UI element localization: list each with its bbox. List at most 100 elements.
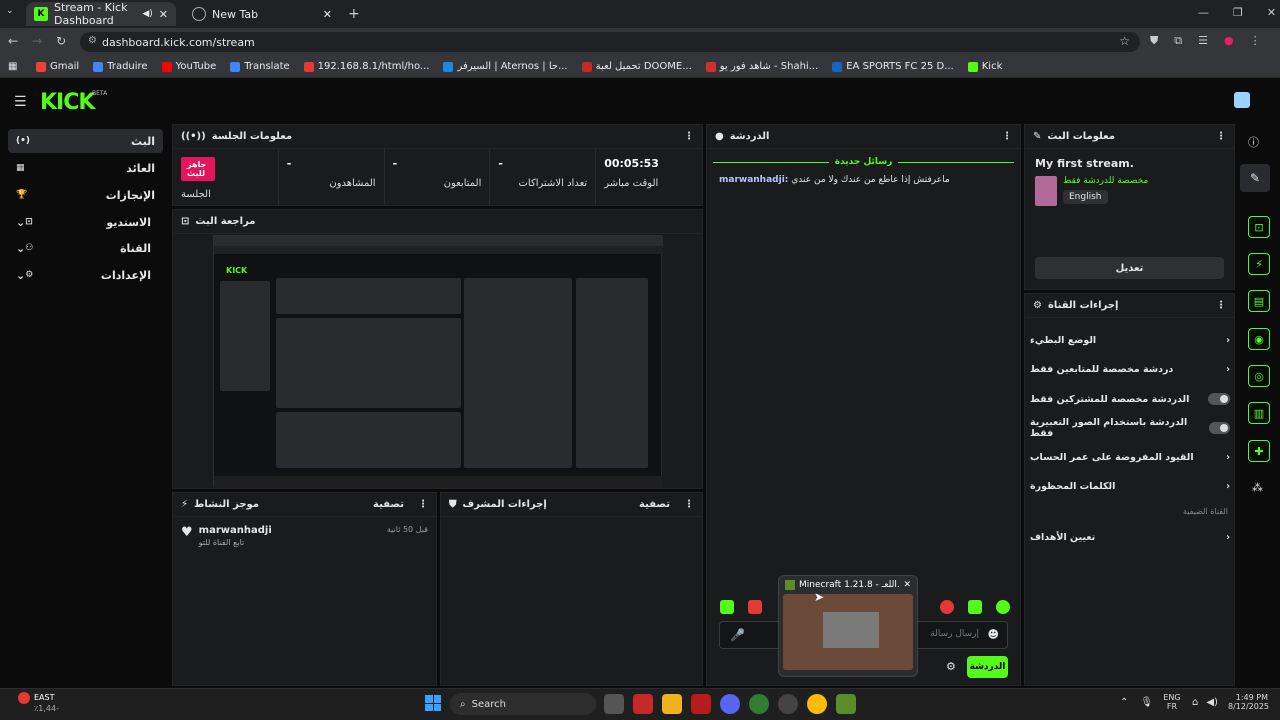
kick-logo[interactable]: KICK	[40, 90, 95, 115]
apps-grid-icon[interactable]: ▦	[8, 61, 17, 72]
site-info-icon[interactable]: ⚙	[88, 35, 97, 46]
sidebar-item-revenue[interactable]: العائد ▦	[8, 156, 163, 180]
bookmark-aternos[interactable]: السيرفر | Aternos | حا...	[443, 61, 568, 72]
lightning-icon[interactable]: ⚡	[1248, 253, 1270, 275]
close-icon[interactable]: ✕	[903, 580, 911, 590]
more-options-icon[interactable]: ⋮	[684, 131, 694, 142]
more-options-icon[interactable]: ⋮	[1216, 131, 1226, 142]
new-messages-divider[interactable]: رسائل جديدة	[713, 157, 1015, 167]
language-indicator[interactable]: ENG FR	[1162, 693, 1182, 711]
taskbar-search[interactable]: ⌕ Search	[450, 693, 596, 715]
media-player-icon[interactable]	[691, 694, 711, 714]
address-bar[interactable]: ⚙ dashboard.kick.com/stream ☆	[80, 32, 1140, 52]
community-icon[interactable]: ⁂	[1252, 481, 1263, 494]
bookmark-ea-fc[interactable]: EA SPORTS FC 25 D...	[832, 61, 954, 72]
send-chat-button[interactable]: الدردشة	[967, 656, 1008, 678]
minecraft-taskbar-icon[interactable]	[836, 694, 856, 714]
xbox-icon[interactable]	[749, 694, 769, 714]
back-icon[interactable]: ←	[8, 34, 18, 48]
file-explorer-icon[interactable]	[662, 694, 682, 714]
stream-video-preview[interactable]: KICK	[213, 235, 663, 488]
emotes-only-toggle[interactable]	[1208, 422, 1230, 434]
mic-icon[interactable]: 🎤	[730, 628, 745, 642]
app-icon[interactable]	[633, 694, 653, 714]
action-account-age[interactable]: القيود المفروضة على عمر الحساب ›	[1030, 446, 1230, 468]
more-options-icon[interactable]: ⋮	[1216, 300, 1226, 311]
tab-list-icon[interactable]: ☰	[1198, 34, 1208, 48]
sidebar-item-settings[interactable]: ⌄ الإعدادات ⚙	[8, 263, 163, 287]
start-button[interactable]	[425, 695, 441, 711]
new-tab-icon[interactable]: +	[348, 6, 360, 22]
weather-label[interactable]: EAST	[34, 693, 55, 702]
emoji-icon[interactable]: ☻	[988, 628, 999, 641]
bookmark-star-icon[interactable]: ☆	[1119, 34, 1130, 48]
forward-icon[interactable]: →	[32, 34, 42, 48]
sidebar-item-stream[interactable]: البث (•)	[8, 129, 163, 153]
shield-icon[interactable]: ⛊	[1150, 34, 1158, 48]
filter-button[interactable]: تصفية	[639, 499, 670, 510]
bookmark-translate[interactable]: Translate	[230, 61, 290, 72]
action-followers-only[interactable]: دردشة مخصصة للمتابعين فقط ›	[1030, 358, 1230, 380]
emote-icon[interactable]	[940, 600, 954, 614]
clip-icon[interactable]: ⊡	[1248, 216, 1270, 238]
edit-stream-info-button[interactable]: تعديل	[1035, 257, 1224, 279]
layout-icon[interactable]: ▥	[1248, 402, 1270, 424]
edit-layout-button[interactable]: ✎	[1240, 164, 1270, 192]
more-options-icon[interactable]: ⋮	[1002, 131, 1012, 142]
emote-icon[interactable]	[968, 600, 982, 614]
sidebar-item-channel[interactable]: ⌄ القناة ⚇	[8, 236, 163, 260]
chat-settings-icon[interactable]: ⚙	[946, 660, 956, 673]
tab-new-tab[interactable]: New Tab ✕	[184, 2, 340, 26]
info-icon[interactable]: ⓘ	[1248, 134, 1259, 150]
subscribers-only-toggle[interactable]	[1208, 393, 1230, 405]
chrome-icon[interactable]	[807, 694, 827, 714]
steam-icon[interactable]	[778, 694, 798, 714]
emote-icon[interactable]	[996, 600, 1010, 614]
hamburger-menu-icon[interactable]: ☰	[14, 94, 27, 110]
chat-username[interactable]: marwanhadji:	[719, 175, 788, 185]
close-window-icon[interactable]: ✕	[1267, 6, 1276, 19]
bookmark-router[interactable]: 192.168.8.1/html/ho...	[303, 61, 429, 72]
bookmark-shahid[interactable]: شاهد فور يو - Shahi...	[705, 61, 818, 72]
broadcast-icon[interactable]: ◎	[1248, 365, 1270, 387]
emote-icon[interactable]	[720, 600, 734, 614]
more-options-icon[interactable]: ⋮	[418, 499, 428, 510]
filter-button[interactable]: تصفية	[373, 499, 404, 510]
action-slow-mode[interactable]: الوضع البطيء ›	[1030, 329, 1230, 351]
discord-icon[interactable]	[720, 694, 740, 714]
sidebar-item-studio[interactable]: ⌄ الاستديو ⊡	[8, 210, 163, 234]
bookmark-kick[interactable]: Kick	[967, 61, 1002, 72]
tab-close-icon[interactable]: ✕	[159, 8, 168, 21]
tab-search-icon[interactable]: ⌄	[6, 6, 22, 22]
action-banned-words[interactable]: الكلمات المحظورة ›	[1030, 475, 1230, 497]
minimize-icon[interactable]: —	[1198, 6, 1209, 19]
chevron-up-icon[interactable]: ⌃	[1120, 697, 1128, 708]
emote-icon[interactable]	[748, 600, 762, 614]
bookmark-traduire[interactable]: Traduire	[93, 61, 148, 72]
activity-username[interactable]: marwanhadji	[199, 525, 381, 536]
bookmark-youtube[interactable]: YouTube	[161, 61, 216, 72]
message-icon[interactable]: ◉	[1248, 328, 1270, 350]
action-set-goals[interactable]: تعيين الأهداف ›	[1030, 526, 1230, 548]
document-icon[interactable]: ▤	[1248, 290, 1270, 312]
sidebar-item-achievements[interactable]: الإنجازات 🏆	[8, 183, 163, 207]
extensions-icon[interactable]: ⧉	[1174, 34, 1182, 48]
tab-close-icon[interactable]: ✕	[323, 8, 332, 21]
category-thumbnail[interactable]	[1035, 176, 1057, 206]
stream-category[interactable]: مخصصة للدردشة فقط	[1063, 176, 1148, 186]
task-view-icon[interactable]	[604, 694, 624, 714]
profile-avatar[interactable]: ●	[1224, 34, 1234, 48]
more-options-icon[interactable]: ⋮	[684, 499, 694, 510]
mic-tray-icon[interactable]: 🎙	[1140, 697, 1153, 708]
reload-icon[interactable]: ↻	[56, 34, 66, 48]
network-icon[interactable]: ⌂	[1192, 697, 1198, 708]
volume-icon[interactable]: ◀)	[1206, 697, 1218, 708]
wrench-icon[interactable]: ✚	[1248, 440, 1270, 462]
taskbar-thumbnail-popup[interactable]: Minecraft 1.21.8 - اللعـ... ✕	[778, 575, 918, 677]
restore-icon[interactable]: ❐	[1233, 6, 1243, 19]
bookmark-gmail[interactable]: Gmail	[36, 61, 79, 72]
tab-audio-icon[interactable]: ◀)	[142, 9, 152, 19]
bookmark-doom[interactable]: تحميل لعبة DOOME...	[581, 61, 692, 72]
user-avatar[interactable]	[1234, 92, 1250, 108]
clock[interactable]: 1:49 PM 8/12/2025	[1228, 693, 1269, 711]
